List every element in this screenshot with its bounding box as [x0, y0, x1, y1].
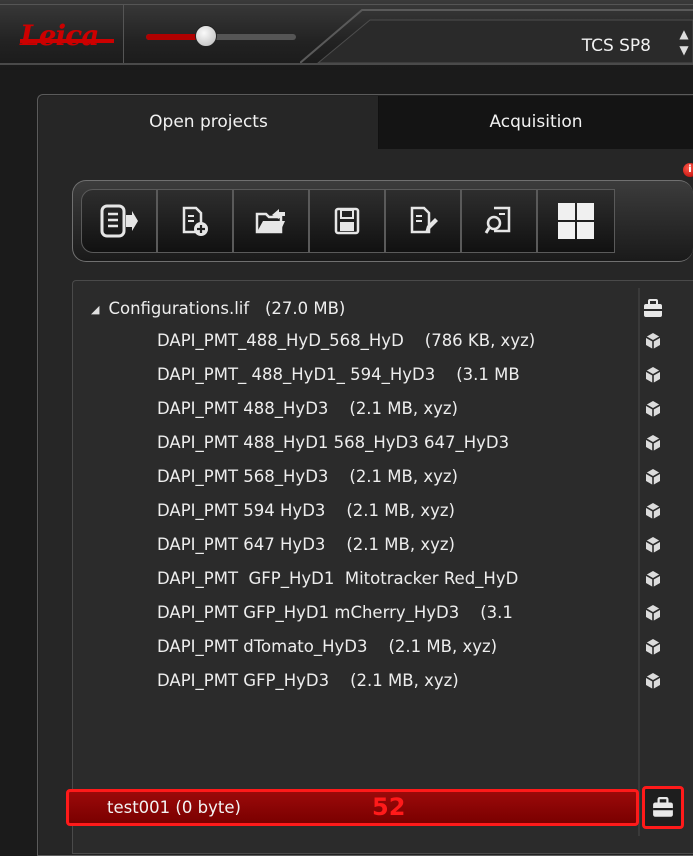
thumbnail-view-button[interactable] — [537, 189, 615, 253]
tree-root-row[interactable]: ◢ Configurations.lif (27.0 MB) — [73, 293, 693, 325]
save-as-button[interactable] — [385, 189, 461, 253]
close-project-icon — [100, 204, 138, 238]
close-project-button[interactable] — [81, 189, 157, 253]
3d-stack-icon[interactable] — [641, 669, 665, 693]
selected-project-label: test001 (0 byte) — [107, 798, 241, 817]
tree-file-row[interactable]: DAPI_PMT 488_HyD3 (2.1 MB, xyz) — [73, 393, 693, 425]
tree-root-label: ◢ Configurations.lif (27.0 MB) — [91, 293, 631, 325]
tree-file-row[interactable]: DAPI_PMT dTomato_HyD3 (2.1 MB, xyz) — [73, 631, 693, 663]
tree-file-row[interactable]: DAPI_PMT 647 HyD3 (2.1 MB, xyz) — [73, 529, 693, 561]
3d-stack-icon[interactable] — [641, 397, 665, 421]
3d-stack-icon[interactable] — [641, 601, 665, 625]
3d-stack-icon[interactable] — [641, 533, 665, 557]
device-selector[interactable]: TCS SP8 ▲ ▼ — [300, 8, 693, 63]
tree-file-label: DAPI_PMT 488_HyD3 (2.1 MB, xyz) — [157, 399, 458, 418]
tab-acquisition[interactable]: Acquisition — [378, 96, 693, 149]
tree-file-label: DAPI_PMT GFP_HyD3 (2.1 MB, xyz) — [157, 671, 459, 690]
info-icon[interactable]: i — [683, 163, 693, 177]
annotation-number-badge: 52 — [372, 793, 406, 821]
3d-stack-icon[interactable] — [641, 567, 665, 591]
save-button[interactable] — [309, 189, 385, 253]
tree-icon-column-divider — [638, 288, 640, 836]
tree-file-label: DAPI_PMT_ 488_HyD1_ 594_HyD3 (3.1 MB — [157, 365, 520, 384]
zoom-slider[interactable] — [146, 25, 296, 47]
logo-underline — [20, 39, 114, 43]
open-project-icon — [255, 209, 285, 234]
tree-file-label: DAPI_PMT 647 HyD3 (2.1 MB, xyz) — [157, 535, 455, 554]
top-bar: Leica TCS SP8 ▲ ▼ — [0, 0, 693, 70]
selected-project-row[interactable]: test001 (0 byte) 52 — [66, 789, 639, 826]
save-as-icon — [410, 206, 438, 234]
brand-logo-text: Leica — [20, 19, 99, 52]
thumbnail-view-icon — [558, 203, 594, 239]
logo-area: Leica — [0, 5, 124, 63]
find-icon — [484, 206, 511, 234]
project-case-icon — [653, 796, 673, 817]
3d-stack-icon[interactable] — [641, 635, 665, 659]
tree-file-row[interactable]: DAPI_PMT 488_HyD1 568_HyD3 647_HyD3 — [73, 427, 693, 459]
tree-file-row[interactable]: DAPI_PMT_ 488_HyD1_ 594_HyD3 (3.1 MB — [73, 359, 693, 391]
selected-project-icon-button[interactable] — [642, 786, 684, 829]
tree-file-label: DAPI_PMT 488_HyD1 568_HyD3 647_HyD3 — [157, 433, 510, 452]
tree-file-label: DAPI_PMT GFP_HyD1 mCherry_HyD3 (3.1 — [157, 603, 513, 622]
3d-stack-icon[interactable] — [641, 431, 665, 455]
find-button[interactable] — [461, 189, 537, 253]
root-file-size: (27.0 MB) — [264, 299, 346, 318]
save-icon — [334, 207, 360, 235]
device-name: TCS SP8 — [581, 36, 651, 56]
device-stepper-icon[interactable]: ▲ ▼ — [677, 26, 691, 62]
new-project-button[interactable] — [157, 189, 233, 253]
project-case-icon[interactable] — [641, 297, 665, 321]
tab-open-projects[interactable]: Open projects — [39, 96, 378, 149]
tree-file-label: DAPI_PMT_488_HyD_568_HyD (786 KB, xyz) — [157, 331, 536, 350]
tree-file-label: DAPI_PMT 594 HyD3 (2.1 MB, xyz) — [157, 501, 455, 520]
3d-stack-icon[interactable] — [641, 499, 665, 523]
tree-file-row[interactable]: DAPI_PMT GFP_HyD1 Mitotracker Red_HyD — [73, 563, 693, 595]
tree-file-row[interactable]: DAPI_PMT 568_HyD3 (2.1 MB, xyz) — [73, 461, 693, 493]
3d-stack-icon[interactable] — [641, 363, 665, 387]
tree-file-row[interactable]: DAPI_PMT GFP_HyD1 mCherry_HyD3 (3.1 — [73, 597, 693, 629]
root-file-name: Configurations.lif — [108, 299, 250, 318]
tree-file-label: DAPI_PMT dTomato_HyD3 (2.1 MB, xyz) — [157, 637, 498, 656]
tree-file-row[interactable]: DAPI_PMT GFP_HyD3 (2.1 MB, xyz) — [73, 665, 693, 697]
open-project-button[interactable] — [233, 189, 309, 253]
zoom-slider-handle[interactable] — [195, 25, 217, 47]
tree-file-row[interactable]: DAPI_PMT_488_HyD_568_HyD (786 KB, xyz) — [73, 325, 693, 357]
project-toolbar — [72, 180, 693, 262]
project-tree: ◢ Configurations.lif (27.0 MB) DAPI_PMT_4… — [72, 280, 693, 854]
expand-triangle-icon[interactable]: ◢ — [91, 294, 99, 325]
tree-file-label: DAPI_PMT 568_HyD3 (2.1 MB, xyz) — [157, 467, 458, 486]
brand-logo: Leica — [20, 19, 116, 53]
3d-stack-icon[interactable] — [641, 329, 665, 353]
3d-stack-icon[interactable] — [641, 465, 665, 489]
tree-file-label: DAPI_PMT GFP_HyD1 Mitotracker Red_HyD — [157, 569, 519, 588]
tree-file-row[interactable]: DAPI_PMT 594 HyD3 (2.1 MB, xyz) — [73, 495, 693, 527]
new-project-icon — [182, 206, 208, 236]
divider — [0, 63, 693, 65]
